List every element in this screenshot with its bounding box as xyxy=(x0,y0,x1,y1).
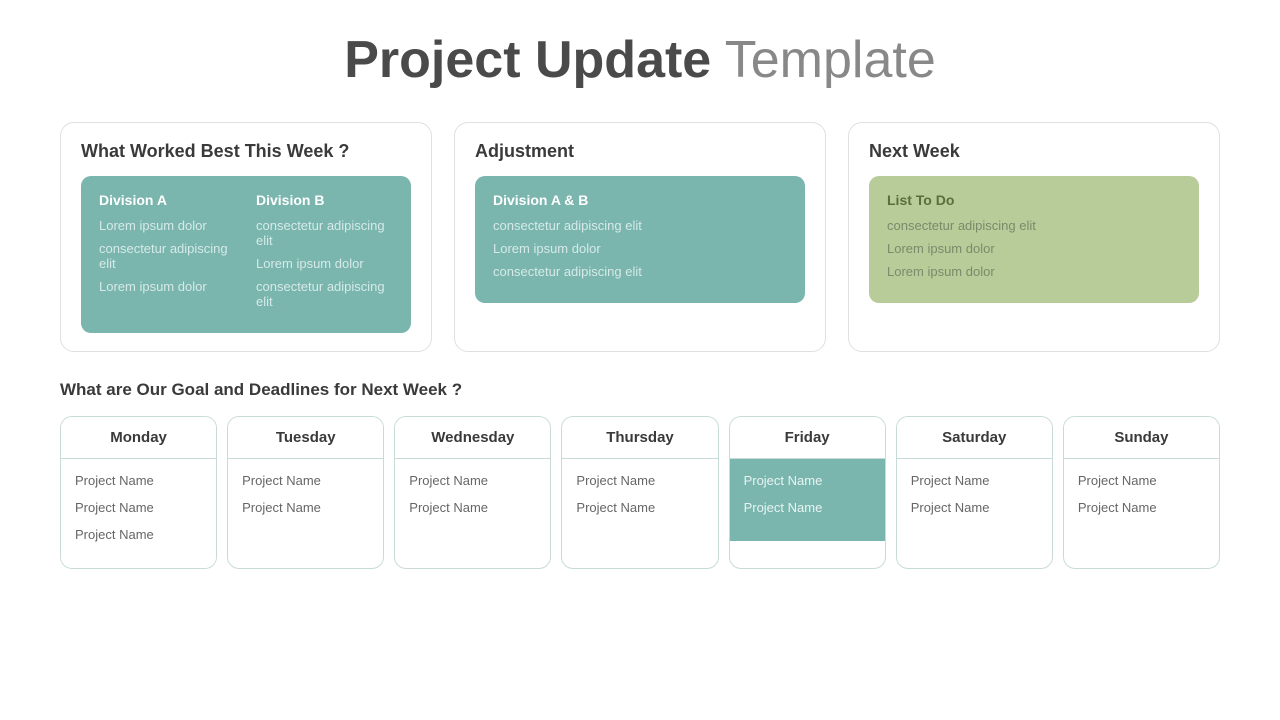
top-cards: What Worked Best This Week ? Division A … xyxy=(60,122,1220,352)
card-worked-cols: Division A Lorem ipsum dolor consectetur… xyxy=(99,192,393,317)
card-worked-inner: Division A Lorem ipsum dolor consectetur… xyxy=(81,176,411,333)
nextweek-header: List To Do xyxy=(887,192,1181,208)
list-item: Project Name xyxy=(409,473,536,488)
list-item: Project Name xyxy=(409,500,536,515)
col-a-item-0: Lorem ipsum dolor xyxy=(99,218,236,233)
goals-title: What are Our Goal and Deadlines for Next… xyxy=(60,380,1220,400)
list-item: Project Name xyxy=(242,473,369,488)
day-header-friday: Friday xyxy=(730,417,885,459)
title-section: Project Update Template xyxy=(60,30,1220,90)
title-bold: Project Update xyxy=(344,31,711,89)
page: Project Update Template What Worked Best… xyxy=(0,0,1280,720)
card-adjustment-title: Adjustment xyxy=(475,141,805,162)
nextweek-item-1: Lorem ipsum dolor xyxy=(887,241,1181,256)
title-light: Template xyxy=(711,31,936,89)
nextweek-item-2: Lorem ipsum dolor xyxy=(887,264,1181,279)
col-a-item-2: Lorem ipsum dolor xyxy=(99,279,236,294)
day-body-friday: Project Name Project Name xyxy=(730,459,885,541)
day-header-sunday: Sunday xyxy=(1064,417,1219,459)
card-nextweek-title: Next Week xyxy=(869,141,1199,162)
day-body-wednesday: Project Name Project Name xyxy=(395,459,550,541)
col-b-item-2: consectetur adipiscing elit xyxy=(256,279,393,309)
adjustment-header: Division A & B xyxy=(493,192,787,208)
card-nextweek: Next Week List To Do consectetur adipisc… xyxy=(848,122,1220,352)
list-item: Project Name xyxy=(576,500,703,515)
day-col-monday: MondayProject NameProject NameProject Na… xyxy=(60,416,217,569)
day-header-thursday: Thursday xyxy=(562,417,717,459)
card-adjustment-inner: Division A & B consectetur adipiscing el… xyxy=(475,176,805,303)
day-header-tuesday: Tuesday xyxy=(228,417,383,459)
col-b-header: Division B xyxy=(256,192,393,208)
list-item: Project Name xyxy=(744,473,871,488)
adjustment-item-1: Lorem ipsum dolor xyxy=(493,241,787,256)
list-item: Project Name xyxy=(75,473,202,488)
day-body-sunday: Project Name Project Name xyxy=(1064,459,1219,541)
col-a: Division A Lorem ipsum dolor consectetur… xyxy=(99,192,236,317)
col-b: Division B consectetur adipiscing elit L… xyxy=(256,192,393,317)
day-col-sunday: Sunday Project Name Project Name xyxy=(1063,416,1220,569)
list-item: Project Name xyxy=(744,500,871,515)
adjustment-item-0: consectetur adipiscing elit xyxy=(493,218,787,233)
day-col-tuesday: Tuesday Project Name Project Name xyxy=(227,416,384,569)
list-item: Project Name xyxy=(576,473,703,488)
day-body-saturday: Project Name Project Name xyxy=(897,459,1052,541)
day-body-monday: Project Name Project Name Project Name xyxy=(61,459,216,568)
week-grid: MondayProject NameProject NameProject Na… xyxy=(60,416,1220,569)
adjustment-item-2: consectetur adipiscing elit xyxy=(493,264,787,279)
list-item: Project Name xyxy=(242,500,369,515)
list-item: Project Name xyxy=(1078,500,1205,515)
day-header-monday: Monday xyxy=(61,417,216,459)
nextweek-item-0: consectetur adipiscing elit xyxy=(887,218,1181,233)
day-col-thursday: Thursday Project Name Project Name xyxy=(561,416,718,569)
day-col-saturday: Saturday Project Name Project Name xyxy=(896,416,1053,569)
col-b-item-0: consectetur adipiscing elit xyxy=(256,218,393,248)
card-worked-title: What Worked Best This Week ? xyxy=(81,141,411,162)
col-b-item-1: Lorem ipsum dolor xyxy=(256,256,393,271)
day-col-wednesday: Wednesday Project Name Project Name xyxy=(394,416,551,569)
day-col-friday: Friday Project Name Project Name xyxy=(729,416,886,569)
day-header-wednesday: Wednesday xyxy=(395,417,550,459)
card-worked: What Worked Best This Week ? Division A … xyxy=(60,122,432,352)
card-adjustment: Adjustment Division A & B consectetur ad… xyxy=(454,122,826,352)
list-item: Project Name xyxy=(1078,473,1205,488)
card-nextweek-inner: List To Do consectetur adipiscing elit L… xyxy=(869,176,1199,303)
day-body-thursday: Project Name Project Name xyxy=(562,459,717,541)
list-item: Project Name xyxy=(75,500,202,515)
day-header-saturday: Saturday xyxy=(897,417,1052,459)
col-a-item-1: consectetur adipiscing elit xyxy=(99,241,236,271)
list-item: Project Name xyxy=(911,473,1038,488)
col-a-header: Division A xyxy=(99,192,236,208)
day-body-tuesday: Project Name Project Name xyxy=(228,459,383,541)
list-item: Project Name xyxy=(75,527,202,542)
list-item: Project Name xyxy=(911,500,1038,515)
